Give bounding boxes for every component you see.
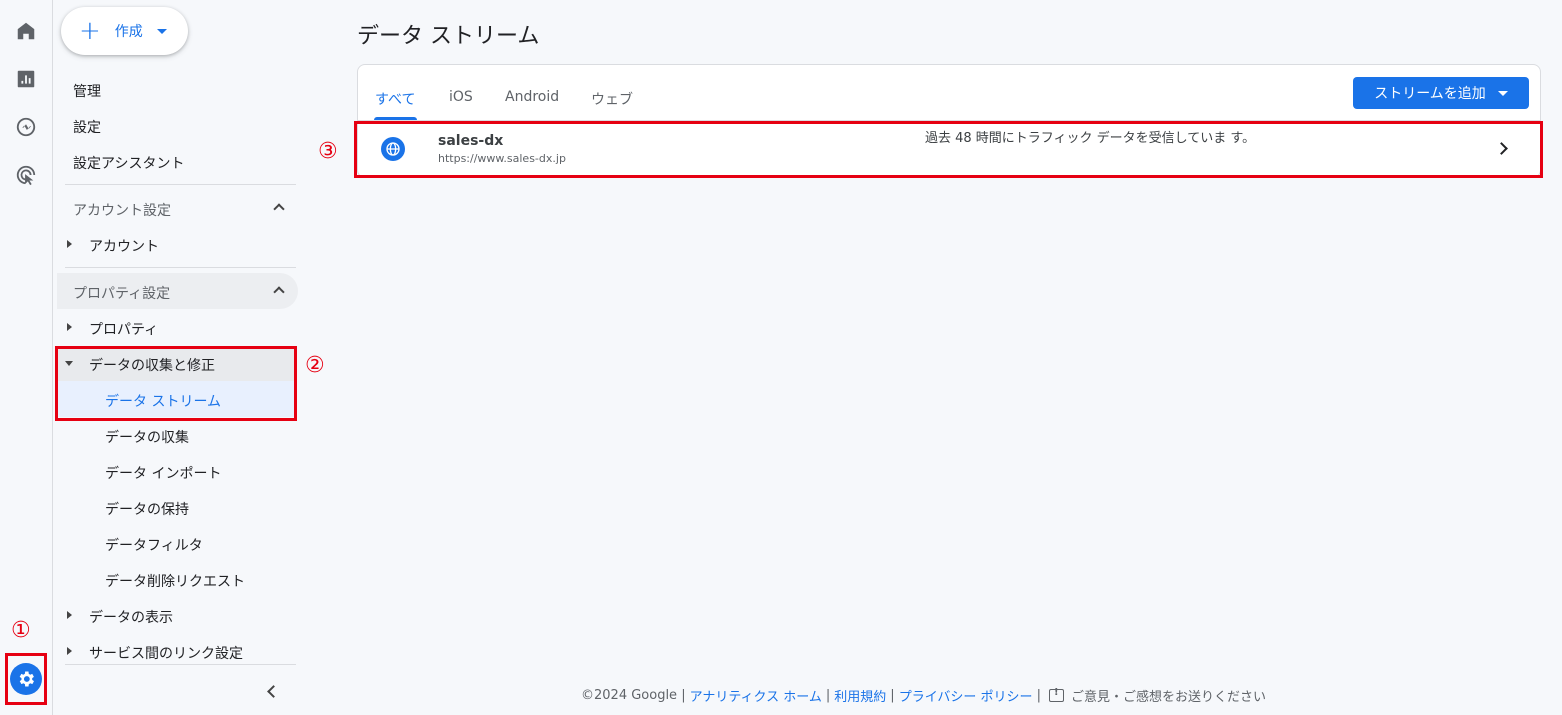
reports-icon[interactable] <box>13 66 39 92</box>
highlight-box-three <box>354 121 1543 178</box>
plus-icon: + <box>79 16 101 46</box>
home-icon[interactable] <box>13 18 39 44</box>
add-stream-button[interactable]: ストリームを追加 <box>1353 77 1529 109</box>
footer-analytics-home-link[interactable]: アナリティクス ホーム <box>690 686 822 705</box>
collapse-nav-icon[interactable] <box>267 685 280 698</box>
expand-arrow-icon[interactable] <box>67 240 72 248</box>
nav-settings[interactable]: 設定 <box>73 117 101 137</box>
nav-account[interactable]: アカウント <box>89 236 159 256</box>
nav-data-collection[interactable]: データの収集 <box>105 427 189 447</box>
footer-separator: | <box>890 688 895 703</box>
nav-divider <box>65 664 296 665</box>
nav-setup-assistant[interactable]: 設定アシスタント <box>73 153 184 173</box>
dropdown-caret-icon <box>156 28 167 34</box>
admin-settings-highlight <box>5 653 47 705</box>
tab-android[interactable]: Android <box>505 89 559 105</box>
left-rail <box>0 0 53 715</box>
nav-data-import[interactable]: データ インポート <box>105 463 221 483</box>
nav-data-filters[interactable]: データフィルタ <box>105 535 203 555</box>
annotation-one: ① <box>11 618 31 643</box>
tab-all[interactable]: すべて <box>375 89 415 109</box>
feedback-icon <box>1048 687 1064 702</box>
highlight-box-two <box>55 346 297 421</box>
explore-icon[interactable] <box>13 114 39 140</box>
account-settings-header[interactable]: アカウント設定 <box>73 200 171 220</box>
nav-product-links[interactable]: サービス間のリンク設定 <box>89 643 243 663</box>
footer: ©2024 Google | アナリティクス ホーム | 利用規約 | プライバ… <box>581 686 1266 705</box>
property-settings-header[interactable]: プロパティ設定 <box>73 283 170 303</box>
create-button[interactable]: + 作成 <box>61 7 188 55</box>
footer-copyright: ©2024 Google | <box>581 688 686 703</box>
tab-web[interactable]: ウェブ <box>591 89 633 109</box>
nav-divider <box>65 184 296 185</box>
expand-arrow-icon[interactable] <box>67 323 72 331</box>
tab-ios[interactable]: iOS <box>449 89 473 105</box>
footer-terms-link[interactable]: 利用規約 <box>834 686 886 705</box>
nav-data-deletion[interactable]: データ削除リクエスト <box>105 571 245 591</box>
footer-feedback-link[interactable]: ご意見・ご感想をお送りください <box>1071 686 1266 705</box>
page-title: データ ストリーム <box>357 24 540 49</box>
nav-data-display[interactable]: データの表示 <box>89 607 173 627</box>
add-stream-label: ストリームを追加 <box>1374 86 1486 102</box>
nav-divider <box>65 267 296 268</box>
gear-icon <box>19 671 34 687</box>
footer-separator: | <box>825 688 831 703</box>
footer-privacy-link[interactable]: プライバシー ポリシー <box>899 686 1033 705</box>
dropdown-caret-icon <box>1497 90 1508 96</box>
expand-arrow-icon[interactable] <box>67 611 72 619</box>
admin-gear-button[interactable] <box>10 663 42 695</box>
advertising-icon[interactable] <box>13 162 39 188</box>
nav-manage[interactable]: 管理 <box>73 81 101 101</box>
create-label: 作成 <box>114 24 143 40</box>
annotation-two: ② <box>305 353 325 378</box>
nav-property[interactable]: プロパティ <box>89 319 158 339</box>
chevron-up-icon[interactable] <box>273 203 285 215</box>
annotation-three: ③ <box>318 139 338 164</box>
nav-data-retention[interactable]: データの保持 <box>105 499 189 519</box>
expand-arrow-icon[interactable] <box>67 647 72 655</box>
footer-separator: | <box>1036 688 1041 703</box>
